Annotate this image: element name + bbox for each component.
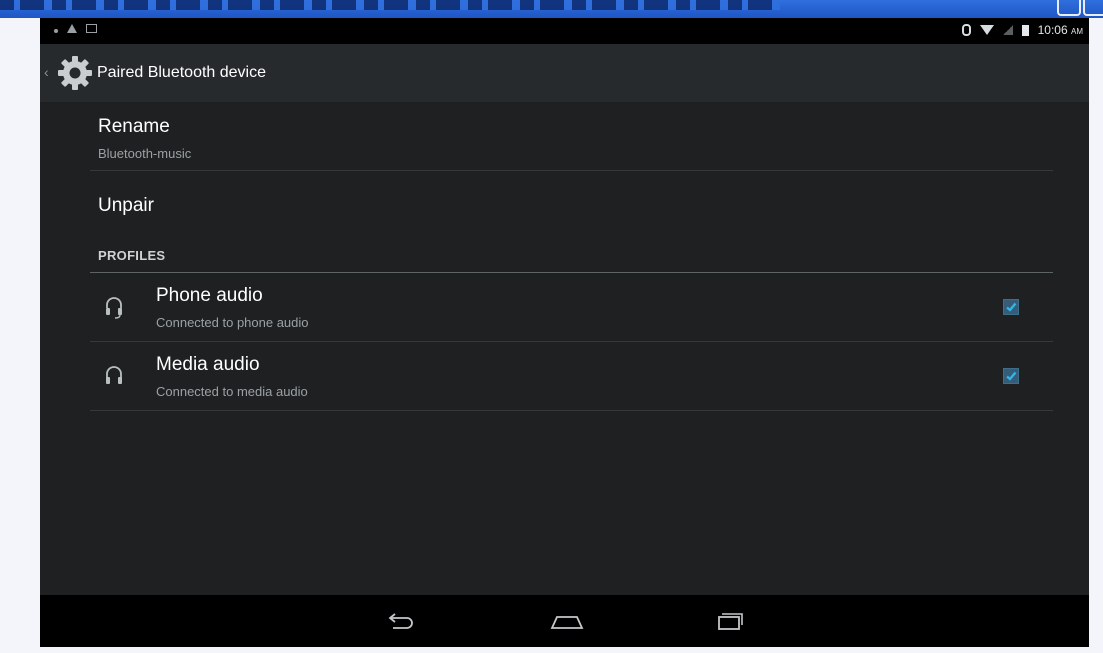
status-clock: 10:06 AM — [1037, 23, 1083, 37]
action-bar: ‹ Paired Bluetooth device — [40, 44, 1089, 102]
home-icon[interactable] — [549, 609, 585, 633]
device-name: Bluetooth-music — [98, 146, 192, 161]
android-screen: 10:06 AM ‹ Paired Bluetooth device Renam… — [40, 18, 1089, 647]
notification-dot-icon — [54, 28, 58, 33]
headphones-icon — [106, 366, 122, 384]
warning-icon — [67, 24, 77, 33]
host-window-title — [0, 0, 780, 10]
page-title: Paired Bluetooth device — [97, 64, 266, 81]
settings-gear-icon[interactable] — [55, 53, 95, 93]
signal-icon — [1002, 25, 1013, 35]
status-bar: 10:06 AM — [40, 18, 1089, 44]
headset-icon — [106, 297, 122, 319]
recent-apps-icon[interactable] — [712, 609, 748, 633]
profiles-header-label: PROFILES — [98, 248, 166, 263]
back-icon[interactable] — [383, 609, 419, 633]
media-audio-checkbox[interactable] — [1003, 368, 1019, 384]
profile-media-audio[interactable]: Media audio Connected to media audio — [90, 342, 1053, 411]
profile-phone-audio[interactable]: Phone audio Connected to phone audio — [90, 273, 1053, 342]
profiles-section-header: PROFILES — [90, 241, 1053, 273]
unpair-label: Unpair — [98, 195, 154, 216]
host-window-button[interactable] — [1057, 0, 1081, 16]
image-notification-icon — [86, 24, 97, 33]
host-window-button[interactable] — [1083, 0, 1103, 16]
checkmark-icon — [1006, 302, 1017, 312]
profile-title: Media audio — [156, 354, 260, 375]
profile-title: Phone audio — [156, 285, 263, 306]
profile-status: Connected to media audio — [156, 384, 308, 399]
profile-status: Connected to phone audio — [156, 315, 309, 330]
back-caret-icon[interactable]: ‹ — [44, 64, 49, 80]
phone-audio-checkbox[interactable] — [1003, 299, 1019, 315]
rename-item[interactable]: Rename Bluetooth-music — [90, 102, 1053, 171]
bluetooth-icon — [961, 24, 971, 36]
settings-list: Rename Bluetooth-music Unpair PROFILES P… — [90, 102, 1053, 411]
navigation-bar — [40, 595, 1089, 647]
rename-label: Rename — [98, 116, 170, 137]
wifi-icon — [979, 25, 994, 35]
checkmark-icon — [1006, 371, 1017, 381]
host-window-title-bar — [0, 0, 1103, 18]
battery-icon — [1021, 24, 1029, 36]
unpair-item[interactable]: Unpair — [90, 171, 1053, 241]
